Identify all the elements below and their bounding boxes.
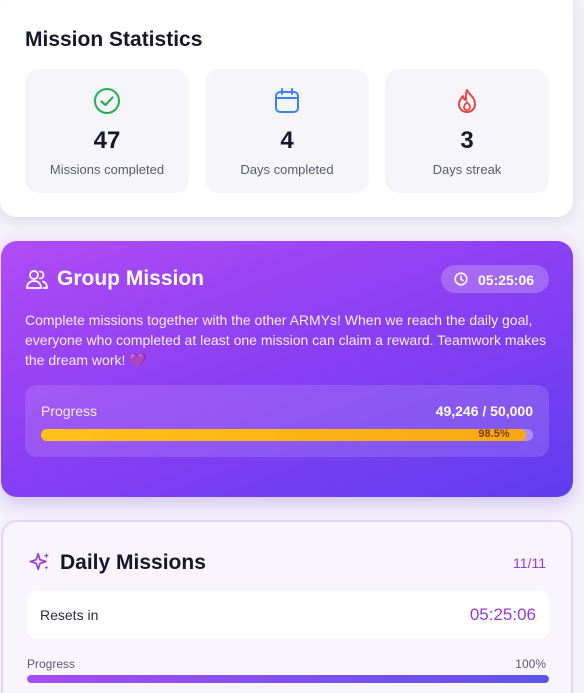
calendar-icon xyxy=(275,88,299,113)
daily-missions-card: Daily Missions 11/11 Resets in 05:25:06 … xyxy=(1,520,573,693)
daily-progress-bar xyxy=(27,675,549,683)
group-progress-label: Progress xyxy=(41,403,98,419)
clock-icon xyxy=(454,272,468,286)
stat-days-streak: 3 Days streak xyxy=(385,69,549,193)
stat-label: Missions completed xyxy=(49,162,165,177)
description-text: Complete missions together with the othe… xyxy=(25,312,547,368)
flame-icon xyxy=(458,89,476,113)
resets-in-box: Resets in 05:25:06 xyxy=(27,591,549,639)
check-circle-icon xyxy=(94,88,120,114)
daily-progress-fill xyxy=(27,675,549,683)
purple-heart-icon: 💜 xyxy=(129,352,147,368)
resets-in-time: 05:25:06 xyxy=(469,605,536,624)
resets-in-label: Resets in xyxy=(40,607,99,623)
group-timer-text: 05:25:06 xyxy=(478,272,535,288)
daily-progress-percent: 100% xyxy=(515,657,546,671)
group-users-icon xyxy=(26,270,48,289)
daily-progress-label: Progress xyxy=(27,657,76,671)
group-mission-description: Complete missions together with the othe… xyxy=(25,310,555,370)
mission-statistics-card: Mission Statistics 47 Missions completed… xyxy=(0,0,573,217)
group-progress-bar: 98.5% xyxy=(41,428,533,441)
group-timer-badge: 05:25:06 xyxy=(441,265,549,293)
group-progress-count: 49,246 / 50,000 xyxy=(435,403,533,419)
stat-label: Days streak xyxy=(432,162,502,177)
mission-statistics-title: Mission Statistics xyxy=(25,28,203,51)
sparkles-icon xyxy=(29,552,50,571)
stat-value: 4 xyxy=(280,127,294,154)
stat-days-completed: 4 Days completed xyxy=(205,69,369,193)
stat-value: 47 xyxy=(93,127,121,154)
group-mission-title: Group Mission xyxy=(57,267,204,290)
group-progress-percent: 98.5% xyxy=(478,428,510,440)
group-progress-fill: 98.5% xyxy=(41,428,526,441)
stat-label: Days completed xyxy=(240,162,334,177)
group-progress-panel: Progress 49,246 / 50,000 98.5% xyxy=(25,385,549,457)
group-mission-card: Group Mission 05:25:06 Complete missions… xyxy=(1,241,573,497)
stat-missions-completed: 47 Missions completed xyxy=(25,69,189,193)
page: Mission Statistics 47 Missions completed… xyxy=(0,0,584,693)
daily-missions-title: Daily Missions xyxy=(60,551,206,574)
stat-value: 3 xyxy=(460,127,474,154)
daily-missions-count: 11/11 xyxy=(513,555,546,571)
